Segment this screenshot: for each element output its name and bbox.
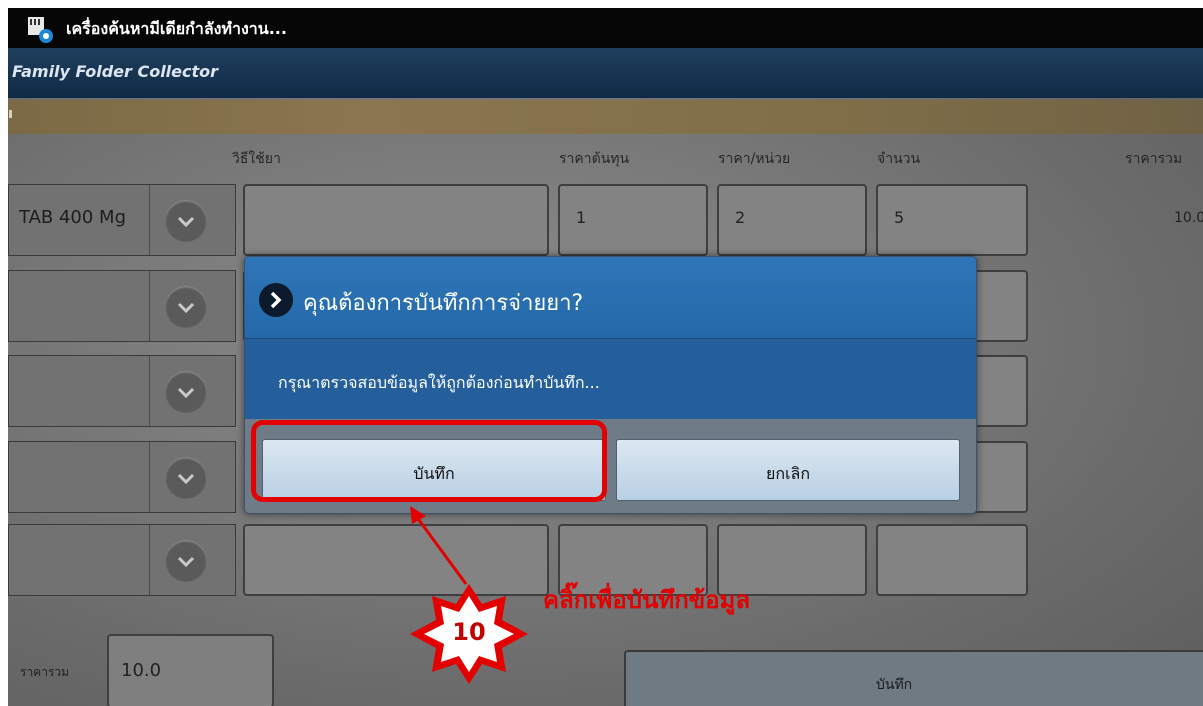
summary-label: ราคารวม bbox=[20, 665, 70, 679]
dialog-title: คุณต้องการบันทึกการจ่ายยา? bbox=[303, 291, 584, 316]
column-header-quantity: จำนวน bbox=[877, 151, 921, 167]
app-window: เครื่องค้นหามีเดียกำลังทำงาน... Family F… bbox=[8, 8, 1203, 706]
combo-divider bbox=[149, 356, 150, 426]
chevron-down-icon bbox=[177, 556, 195, 568]
step-number: 10 bbox=[452, 618, 486, 646]
callout-text: คลิ๊กเพื่อบันทึกข้อมูล bbox=[543, 586, 751, 614]
status-bar: เครื่องค้นหามีเดียกำลังทำงาน... bbox=[8, 8, 1203, 48]
drug-select-row-2[interactable] bbox=[8, 270, 236, 342]
highlight-box bbox=[251, 420, 607, 502]
media-scanner-icon bbox=[28, 17, 53, 43]
chevron-down-icon bbox=[177, 216, 195, 228]
app-title: Family Folder Collector bbox=[12, 62, 219, 81]
column-header-cost: ราคาต้นทุน bbox=[559, 151, 630, 167]
strip-marker bbox=[9, 110, 12, 118]
quantity-value: 5 bbox=[894, 208, 905, 227]
drug-select-row-5[interactable] bbox=[8, 524, 236, 596]
summary-total-value: 10.0 bbox=[121, 660, 162, 681]
combo-divider bbox=[149, 442, 150, 512]
combo-divider bbox=[149, 271, 150, 341]
drug-select-row-4[interactable] bbox=[8, 441, 236, 513]
column-header-unit-price: ราคา/หน่วย bbox=[718, 151, 791, 167]
dialog-cancel-button[interactable]: ยกเลิก bbox=[616, 439, 960, 501]
chevron-down-icon bbox=[177, 302, 195, 314]
unit-price-field-row-1[interactable]: 2 bbox=[717, 184, 867, 256]
dialog-header: คุณต้องการบันทึกการจ่ายยา? bbox=[245, 257, 976, 339]
dialog-message: กรุณาตรวจสอบข้อมูลให้ถูกต้องก่อนทำบันทึก… bbox=[278, 373, 600, 392]
status-text: เครื่องค้นหามีเดียกำลังทำงาน... bbox=[66, 19, 287, 38]
column-header-usage: วิธีใช้ยา bbox=[232, 151, 281, 167]
usage-field-row-1[interactable] bbox=[243, 184, 549, 256]
drug-select-row-1[interactable]: TAB 400 Mg bbox=[8, 184, 236, 256]
dialog-body: กรุณาตรวจสอบข้อมูลให้ถูกต้องก่อนทำบันทึก… bbox=[245, 339, 976, 419]
dropdown-button[interactable] bbox=[165, 457, 207, 499]
save-button-label: บันทึก bbox=[876, 677, 913, 693]
row-total-1: 10.0 bbox=[1174, 210, 1203, 226]
dropdown-button[interactable] bbox=[165, 540, 207, 582]
step-badge: 10 bbox=[408, 582, 530, 686]
combo-divider bbox=[149, 185, 150, 255]
dropdown-button[interactable] bbox=[165, 371, 207, 413]
summary-total-field: 10.0 bbox=[107, 634, 274, 706]
unit-price-value: 2 bbox=[735, 208, 746, 227]
drug-select-row-3[interactable] bbox=[8, 355, 236, 427]
header-strip bbox=[8, 100, 1203, 134]
dropdown-button[interactable] bbox=[165, 286, 207, 328]
quantity-field-row-5[interactable] bbox=[876, 524, 1028, 596]
drug-name: TAB 400 Mg bbox=[19, 207, 127, 228]
cost-value: 1 bbox=[576, 208, 587, 227]
chevron-down-icon bbox=[177, 473, 195, 485]
dropdown-button[interactable] bbox=[165, 200, 207, 242]
save-button[interactable]: บันทึก bbox=[624, 650, 1203, 706]
chevron-down-icon bbox=[177, 387, 195, 399]
column-header-total: ราคารวม bbox=[1125, 151, 1183, 167]
app-bar: Family Folder Collector bbox=[8, 48, 1203, 98]
chevron-right-icon bbox=[259, 283, 293, 317]
combo-divider bbox=[149, 525, 150, 595]
cost-field-row-1[interactable]: 1 bbox=[558, 184, 708, 256]
dialog-cancel-label: ยกเลิก bbox=[765, 464, 811, 483]
quantity-field-row-1[interactable]: 5 bbox=[876, 184, 1028, 256]
